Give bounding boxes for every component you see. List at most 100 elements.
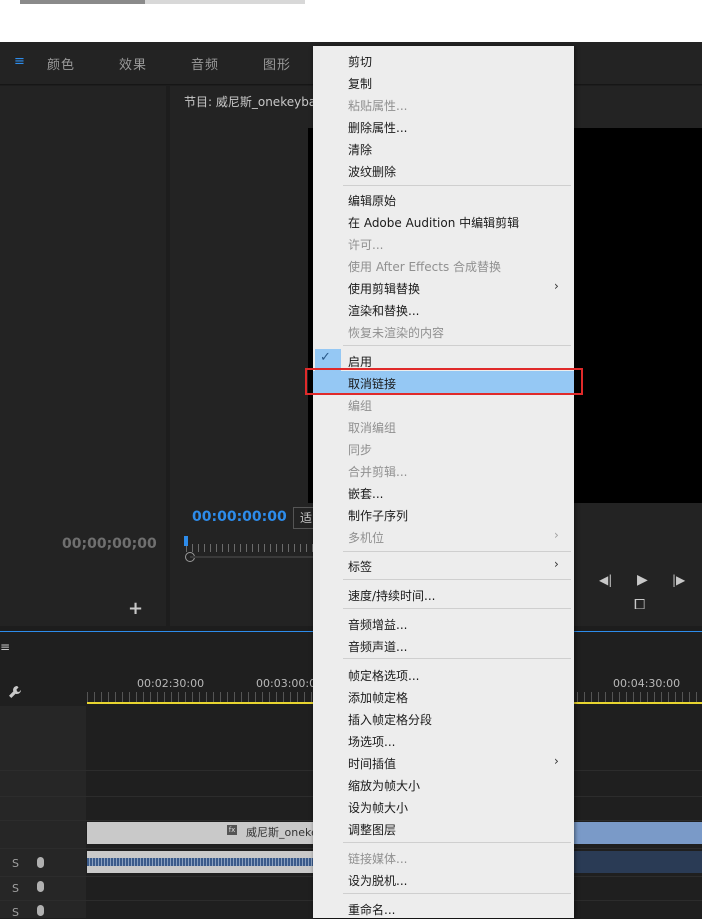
menu-item[interactable]: 插入帧定格分段 (313, 707, 574, 729)
menu-separator (343, 551, 571, 552)
chevron-right-icon: › (554, 557, 559, 571)
menu-item-label: 清除 (348, 143, 373, 157)
solo-button[interactable]: S (12, 857, 19, 870)
timeline-tick: 00:04:30:00 (613, 677, 681, 690)
menu-separator (343, 658, 571, 659)
checkmark-icon: ✓ (320, 350, 331, 365)
program-playhead[interactable] (184, 536, 188, 546)
program-time-ruler[interactable] (186, 544, 316, 552)
tab-audio[interactable]: 音频 (191, 54, 219, 73)
menu-item-label: 时间插值 (348, 757, 397, 771)
menu-item-label: 删除属性... (348, 121, 408, 135)
menu-item-label: 复制 (348, 77, 373, 91)
menu-item[interactable]: 音频增益... (313, 612, 574, 634)
video-clip[interactable] (574, 822, 702, 844)
menu-item-label: 同步 (348, 443, 373, 457)
timeline-menu-icon[interactable]: ≡ (0, 640, 10, 654)
menu-item[interactable]: 删除属性... (313, 115, 574, 137)
menu-item-label: 合并剪辑... (348, 465, 408, 479)
menu-item-label: 渲染和替换... (348, 304, 420, 318)
menu-separator (343, 842, 571, 843)
menu-item-label: 速度/持续时间... (348, 589, 436, 603)
menu-item-label: 剪切 (348, 55, 373, 69)
export-frame-icon[interactable]: ⧠ (634, 597, 645, 613)
menu-item-label: 音频增益... (348, 618, 408, 632)
menu-item[interactable]: 音频声道... (313, 634, 574, 656)
audio-waveform (87, 858, 317, 866)
menu-item-label: 调整图层 (348, 823, 397, 837)
tab-graphics[interactable]: 图形 (263, 54, 291, 73)
menu-item[interactable]: 标签 › (313, 554, 574, 576)
menu-item: 同步 (313, 437, 574, 459)
menu-item[interactable]: 嵌套... (313, 481, 574, 503)
menu-item-label: 波纹删除 (348, 165, 397, 179)
menu-item-label: 缩放为帧大小 (348, 779, 421, 793)
menu-item-label: 制作子序列 (348, 509, 409, 523)
annotation-highlight-box (305, 368, 583, 395)
menu-item[interactable]: 复制 (313, 71, 574, 93)
menu-item-label: 场选项... (348, 735, 396, 749)
menu-item-label: 音频声道... (348, 640, 408, 654)
program-scrub-bar[interactable] (190, 556, 315, 558)
source-timecode[interactable]: 00;00;00;00 (62, 536, 157, 552)
solo-button[interactable]: S (12, 882, 19, 895)
fx-badge: fx (227, 825, 237, 835)
program-title[interactable]: 节目: 威尼斯_onekeybat (184, 93, 321, 110)
microphone-icon[interactable] (37, 905, 44, 916)
menu-item[interactable]: 清除 (313, 137, 574, 159)
scrollbar-thumb[interactable] (20, 0, 145, 4)
menu-item-label: 编组 (348, 399, 373, 413)
menu-item[interactable]: 调整图层 (313, 817, 574, 839)
menu-item[interactable]: 制作子序列 (313, 503, 574, 525)
solo-button[interactable]: S (12, 906, 19, 919)
menu-item[interactable]: 在 Adobe Audition 中编辑剪辑 (313, 210, 574, 232)
add-button[interactable]: + (128, 598, 143, 619)
menu-item[interactable]: 渲染和替换... (313, 298, 574, 320)
menu-item-label: 编辑原始 (348, 194, 397, 208)
menu-item[interactable]: 添加帧定格 (313, 685, 574, 707)
menu-item: 合并剪辑... (313, 459, 574, 481)
microphone-icon[interactable] (37, 881, 44, 892)
menu-item-label: 插入帧定格分段 (348, 713, 433, 727)
menu-item-label: 在 Adobe Audition 中编辑剪辑 (348, 216, 520, 230)
menu-item: 取消编组 (313, 415, 574, 437)
tab-menu-icon[interactable]: ≡ (14, 54, 26, 69)
chevron-right-icon: › (554, 279, 559, 293)
menu-item: 多机位 › (313, 525, 574, 547)
menu-separator (343, 579, 571, 580)
menu-item-label: 标签 (348, 560, 373, 574)
menu-item[interactable]: 使用剪辑替换 › (313, 276, 574, 298)
menu-item[interactable]: 帧定格选项... (313, 663, 574, 685)
audio-clip[interactable] (574, 851, 702, 873)
tab-color[interactable]: 颜色 (47, 54, 75, 73)
menu-item: 链接媒体... (313, 846, 574, 868)
menu-item[interactable]: 场选项... (313, 729, 574, 751)
menu-item-label: 使用 After Effects 合成替换 (348, 260, 502, 274)
step-back-icon[interactable]: ◀| (599, 573, 612, 587)
menu-item-label: 多机位 (348, 531, 385, 545)
play-icon[interactable]: ▶ (637, 572, 648, 588)
microphone-icon[interactable] (37, 857, 44, 868)
wrench-icon[interactable] (8, 685, 22, 703)
menu-item-label: 嵌套... (348, 487, 384, 501)
menu-item[interactable]: 时间插值 › (313, 751, 574, 773)
menu-separator (343, 608, 571, 609)
menu-item[interactable]: 波纹删除 (313, 159, 574, 181)
menu-item: 粘贴属性... (313, 93, 574, 115)
menu-item: 许可... (313, 232, 574, 254)
menu-item-label: 粘贴属性... (348, 99, 408, 113)
menu-item[interactable]: 速度/持续时间... (313, 583, 574, 605)
menu-item-label: 添加帧定格 (348, 691, 409, 705)
menu-item[interactable]: 缩放为帧大小 (313, 773, 574, 795)
tab-effects[interactable]: 效果 (119, 54, 147, 73)
program-timecode[interactable]: 00:00:00:00 (192, 509, 287, 525)
menu-item[interactable]: 设为脱机... (313, 868, 574, 890)
menu-item-label: 链接媒体... (348, 852, 408, 866)
menu-item[interactable]: 剪切 (313, 49, 574, 71)
menu-item[interactable]: 重命名... (313, 897, 574, 919)
step-forward-icon[interactable]: |▶ (672, 573, 685, 587)
chevron-right-icon: › (554, 528, 559, 542)
menu-separator (343, 345, 571, 346)
menu-item[interactable]: 编辑原始 (313, 188, 574, 210)
menu-item[interactable]: 设为帧大小 (313, 795, 574, 817)
